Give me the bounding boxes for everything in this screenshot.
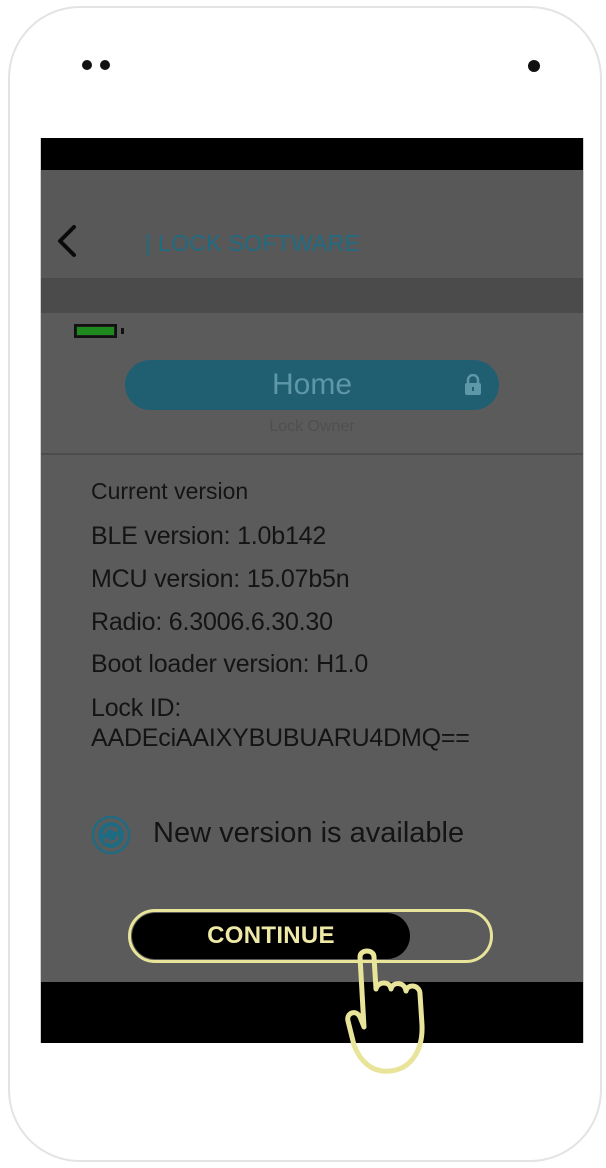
lock-id-value: AADEciAAIXYBUBUARU4DMQ== xyxy=(91,724,470,752)
lock-id-label: Lock ID: xyxy=(91,694,182,722)
front-sensor-icon xyxy=(100,60,110,70)
lock-selector[interactable]: Home xyxy=(125,360,499,410)
lock-icon xyxy=(465,374,481,395)
back-arrow-icon[interactable] xyxy=(55,224,79,258)
bootloader-version: Boot loader version: H1.0 xyxy=(91,650,369,678)
update-available-message: New version is available xyxy=(153,817,465,849)
lock-name: Home xyxy=(271,368,353,401)
battery-icon xyxy=(74,324,117,338)
page-title: | LOCK SOFTWARE xyxy=(145,230,361,256)
battery-level-fill xyxy=(77,327,114,335)
lock-role-label: Lock Owner xyxy=(269,418,355,435)
mcu-version: MCU version: 15.07b5n xyxy=(91,565,350,593)
front-camera-icon xyxy=(528,60,540,72)
front-sensor-icon xyxy=(82,60,92,70)
status-bar xyxy=(41,138,583,170)
sub-header-bar xyxy=(41,280,583,313)
app-header xyxy=(41,170,583,280)
ble-version: BLE version: 1.0b142 xyxy=(91,522,327,550)
pointing-hand-icon xyxy=(345,948,425,1074)
current-version-heading: Current version xyxy=(91,478,249,504)
section-divider xyxy=(41,453,583,455)
update-refresh-icon xyxy=(91,815,131,855)
battery-tip xyxy=(121,328,124,334)
navigation-bar xyxy=(41,982,583,1043)
app-screen: | LOCK SOFTWARE Home Lock Owner Current … xyxy=(40,138,584,1043)
radio-version: Radio: 6.3006.6.30.30 xyxy=(91,608,333,636)
